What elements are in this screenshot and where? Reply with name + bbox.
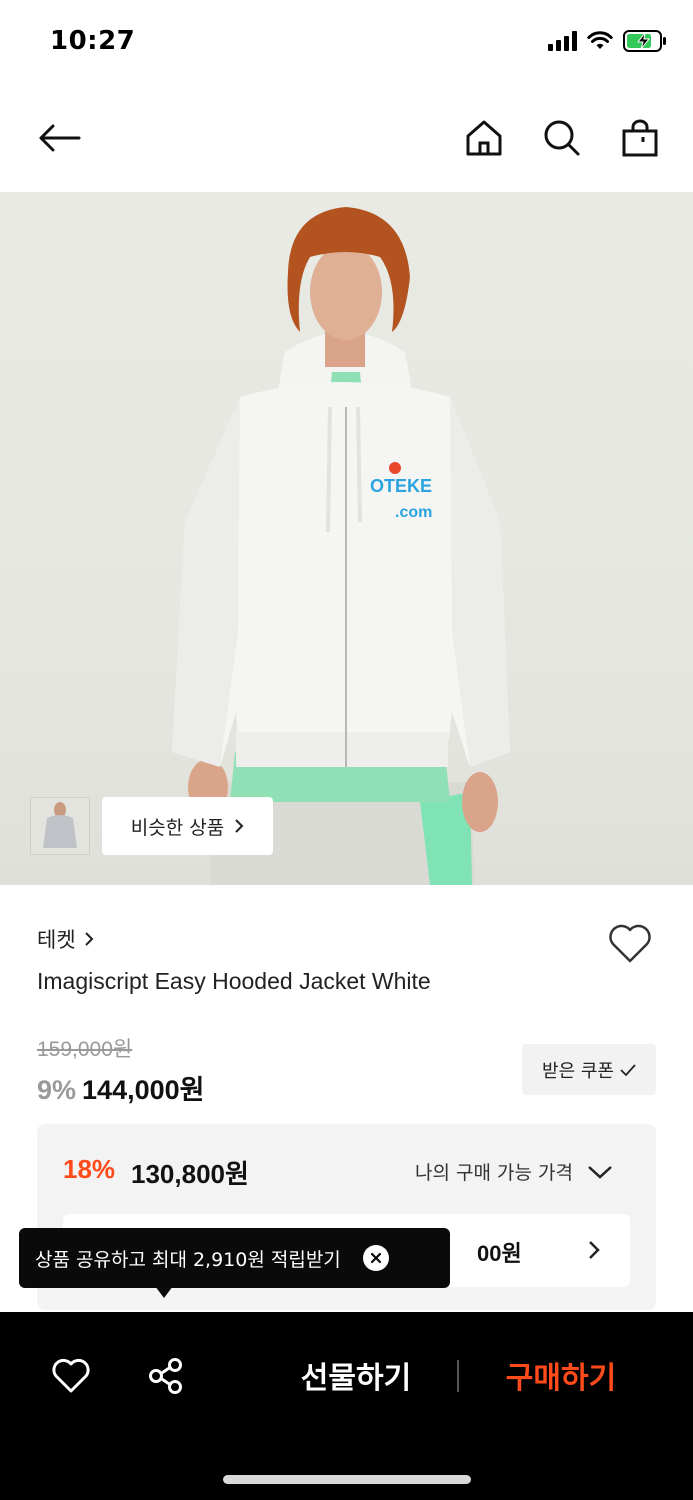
share-button[interactable] xyxy=(142,1352,190,1400)
product-name: Imagiscript Easy Hooded Jacket White xyxy=(37,968,431,994)
gift-button[interactable]: 선물하기 xyxy=(268,1350,444,1400)
search-icon xyxy=(544,120,580,156)
thumbnail-illustration xyxy=(31,798,89,854)
home-button[interactable] xyxy=(458,112,510,164)
heart-icon xyxy=(52,1358,90,1393)
back-arrow-icon xyxy=(39,124,81,152)
brand-link[interactable]: 테켓 xyxy=(37,924,94,954)
back-button[interactable] xyxy=(33,112,85,164)
wifi-icon xyxy=(587,31,613,49)
my-price: 130,800원 xyxy=(131,1159,249,1189)
chevron-right-icon xyxy=(84,932,94,946)
check-icon xyxy=(620,1063,636,1076)
top-nav-bar xyxy=(0,88,693,192)
bottom-bar-divider xyxy=(457,1360,459,1392)
similar-products-label: 비슷한 상품 xyxy=(130,816,225,839)
share-reward-tooltip: 상품 공유하고 최대 2,910원 적립받기 xyxy=(19,1228,450,1288)
price-detail-value: 00원 xyxy=(477,1241,522,1266)
original-price: 159,000원 xyxy=(37,1038,133,1061)
home-icon xyxy=(466,120,502,156)
price-detail-chevron xyxy=(580,1236,608,1264)
my-discount-rate: 18% xyxy=(63,1154,116,1184)
battery-charging-icon xyxy=(623,30,666,52)
product-thumbnail[interactable] xyxy=(30,797,90,855)
search-button[interactable] xyxy=(536,112,588,164)
status-bar: 10:27 xyxy=(0,0,693,88)
price-row: 9% 144,000원 xyxy=(37,1068,204,1107)
tooltip-text: 상품 공유하고 최대 2,910원 적립받기 xyxy=(35,1248,341,1271)
tooltip-close-button[interactable] xyxy=(362,1245,389,1271)
bottom-action-bar: 선물하기 구매하기 xyxy=(0,1312,693,1500)
share-icon xyxy=(149,1358,182,1394)
close-icon xyxy=(370,1252,381,1264)
shopping-bag-button[interactable] xyxy=(614,112,666,164)
chevron-right-icon xyxy=(589,1241,600,1259)
product-image[interactable]: OTEKE .com xyxy=(0,192,693,885)
home-indicator[interactable] xyxy=(223,1475,471,1484)
status-icons xyxy=(548,30,667,52)
print-domain-text: .com xyxy=(395,504,432,521)
status-time: 10:27 xyxy=(50,26,136,56)
chevron-right-icon xyxy=(235,819,244,833)
brand-name: 테켓 xyxy=(37,928,76,952)
my-price-toggle[interactable]: 나의 구매 가능 가격 xyxy=(415,1158,613,1185)
received-coupon-button[interactable]: 받은 쿠폰 xyxy=(522,1044,656,1095)
wishlist-button[interactable] xyxy=(606,920,654,968)
my-price-label: 나의 구매 가능 가격 xyxy=(415,1162,573,1184)
sale-price: 144,000원 xyxy=(82,1075,205,1105)
shopping-bag-icon xyxy=(622,119,658,157)
model-illustration: OTEKE .com xyxy=(172,207,510,885)
coupon-label: 받은 쿠폰 xyxy=(542,1060,614,1082)
similar-products-button[interactable]: 비슷한 상품 xyxy=(102,797,273,855)
print-logo-text: OTEKE xyxy=(370,476,432,496)
heart-icon xyxy=(609,924,651,963)
bottom-wishlist-button[interactable] xyxy=(47,1352,95,1400)
discount-rate: 9% xyxy=(37,1075,77,1105)
tooltip-tail xyxy=(155,1286,173,1298)
chevron-down-icon xyxy=(588,1165,612,1179)
cellular-signal-icon xyxy=(548,31,577,51)
buy-button[interactable]: 구매하기 xyxy=(478,1350,644,1400)
